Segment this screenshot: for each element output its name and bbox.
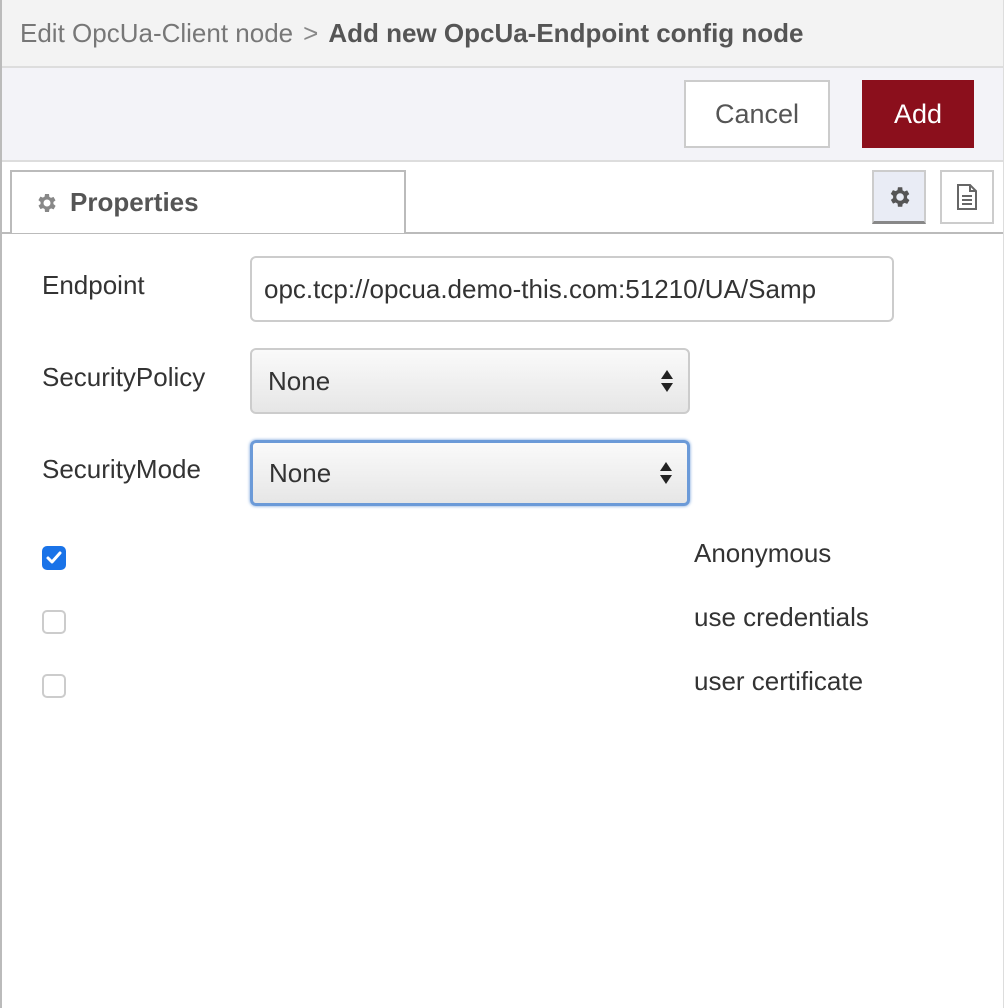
select-arrows-icon xyxy=(661,370,673,392)
user-certificate-label: user certificate xyxy=(694,666,864,696)
security-policy-label: SecurityPolicy xyxy=(42,362,206,392)
security-mode-value: None xyxy=(269,457,332,488)
user-certificate-checkbox[interactable] xyxy=(42,674,66,698)
anonymous-checkbox[interactable] xyxy=(42,546,66,570)
use-credentials-label: use credentials xyxy=(694,602,869,632)
security-policy-select[interactable]: None xyxy=(250,348,690,414)
tray-header: Edit OpcUa-Client node > Add new OpcUa-E… xyxy=(2,0,1003,68)
gear-icon xyxy=(890,186,910,207)
tab-bar: Properties xyxy=(2,162,1003,234)
security-policy-value: None xyxy=(268,365,331,396)
use-credentials-checkbox[interactable] xyxy=(42,610,66,634)
settings-tab-button[interactable] xyxy=(872,170,926,224)
file-text-icon xyxy=(957,184,977,210)
security-mode-select[interactable]: None xyxy=(250,440,690,506)
endpoint-input[interactable]: opc.tcp://opcua.demo-this.com:51210/UA/S… xyxy=(250,256,894,322)
breadcrumb-separator: > xyxy=(303,17,319,48)
breadcrumb-parent[interactable]: Edit OpcUa-Client node xyxy=(20,18,293,49)
cancel-button[interactable]: Cancel xyxy=(684,80,830,148)
tab-properties[interactable]: Properties xyxy=(10,170,406,233)
anonymous-label: Anonymous xyxy=(694,538,832,568)
page-title: Add new OpcUa-Endpoint config node xyxy=(328,17,804,48)
select-arrows-icon xyxy=(660,462,672,484)
description-tab-button[interactable] xyxy=(940,170,994,224)
endpoint-label: Endpoint xyxy=(42,270,145,300)
gear-icon xyxy=(38,193,56,212)
checkmark-icon xyxy=(46,551,62,564)
tab-properties-label: Properties xyxy=(70,187,199,217)
security-mode-label: SecurityMode xyxy=(42,454,201,484)
add-button[interactable]: Add xyxy=(862,80,974,148)
tray-toolbar: Cancel Add xyxy=(2,68,1003,162)
edit-tray: Edit OpcUa-Client node > Add new OpcUa-E… xyxy=(0,0,1004,1008)
